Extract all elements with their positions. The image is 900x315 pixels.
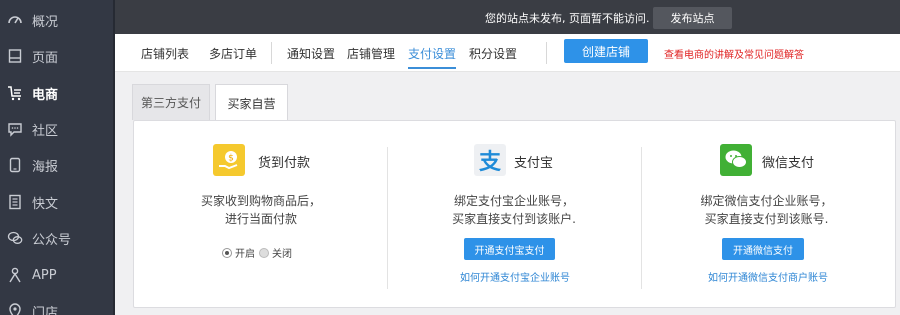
enable-alipay-button[interactable]: 开通支付宝支付 xyxy=(464,238,555,260)
nav-separator xyxy=(271,42,272,64)
sidebar-item-pages[interactable]: 页面 xyxy=(0,38,115,74)
sidebar-item-label: 页面 xyxy=(32,50,59,66)
sidebar-item-label: 公众号 xyxy=(32,232,72,248)
sidebar-item-stores[interactable]: 门店 xyxy=(0,293,115,315)
wechat-pay-help-link[interactable]: 如何开通微信支付商户账号 xyxy=(708,269,828,284)
cod-off-label: 关闭 xyxy=(272,249,292,260)
page-icon xyxy=(7,48,23,64)
alipay-help-link[interactable]: 如何开通支付宝企业账号 xyxy=(460,269,570,284)
cash-on-delivery-icon: $ xyxy=(213,144,245,176)
location-icon xyxy=(7,303,23,315)
sidebar-item-ecommerce[interactable]: 电商 xyxy=(0,75,115,111)
nav-separator xyxy=(546,42,547,64)
nav-store-list[interactable]: 店铺列表 xyxy=(141,45,189,62)
unpublished-notice: 您的站点未发布, 页面暂不能访问. xyxy=(485,12,650,25)
create-store-button[interactable]: 创建店铺 xyxy=(564,39,648,63)
nav-points-settings[interactable]: 积分设置 xyxy=(469,45,517,62)
wechat-pay-icon xyxy=(720,144,752,176)
sub-navigation: 店铺列表 多店订单 通知设置 店铺管理 支付设置 积分设置 创建店铺 查看电商的… xyxy=(115,34,900,72)
sidebar-item-label: 概况 xyxy=(32,14,59,30)
cod-toggle-group: 开启 关闭 xyxy=(222,245,296,260)
enable-wechat-pay-button[interactable]: 开通微信支付 xyxy=(722,238,804,260)
chat-icon xyxy=(7,121,23,137)
person-icon xyxy=(7,267,23,283)
sidebar: 概况 页面 电商 社区 海报 快文 公众号 APP 门店 xyxy=(0,0,115,315)
cod-description: 买家收到购物商品后， 进行当面付款 xyxy=(201,192,321,228)
sidebar-item-label: 社区 xyxy=(32,123,59,139)
tab-merchant-self-operated[interactable]: 买家自营 xyxy=(215,84,288,121)
cod-on-label: 开启 xyxy=(235,249,255,260)
wechat-pay-title: 微信支付 xyxy=(762,156,815,171)
column-divider xyxy=(387,147,388,289)
nav-store-management[interactable]: 店铺管理 xyxy=(347,45,395,62)
phone-icon xyxy=(7,157,23,173)
wechat-desc-line1: 绑定微信支付企业账号， xyxy=(700,194,833,208)
nav-notification-settings[interactable]: 通知设置 xyxy=(287,45,335,62)
wechat-desc-line2: 买家直接支付到该账号. xyxy=(704,212,829,226)
sidebar-item-community[interactable]: 社区 xyxy=(0,111,115,147)
active-tab-underline xyxy=(408,67,456,69)
svg-text:$: $ xyxy=(228,154,234,164)
sidebar-item-articles[interactable]: 快文 xyxy=(0,184,115,220)
nav-multi-store-orders[interactable]: 多店订单 xyxy=(209,45,257,62)
nav-payment-settings[interactable]: 支付设置 xyxy=(408,45,456,62)
alipay-desc-line1: 绑定支付宝企业账号， xyxy=(453,194,574,208)
sidebar-item-official-account[interactable]: 公众号 xyxy=(0,220,115,256)
tab-third-party-payment[interactable]: 第三方支付 xyxy=(132,84,210,120)
sidebar-item-label: 快文 xyxy=(32,196,59,212)
document-icon xyxy=(7,194,23,210)
gauge-icon xyxy=(7,12,23,28)
alipay-desc-line2: 买家直接支付到该账户. xyxy=(452,212,576,226)
sidebar-item-poster[interactable]: 海报 xyxy=(0,147,115,183)
column-divider xyxy=(641,147,642,289)
alipay-title: 支付宝 xyxy=(514,156,554,171)
alipay-icon: 支 xyxy=(474,144,506,176)
alipay-description: 绑定支付宝企业账号， 买家直接支付到该账户. xyxy=(449,192,579,228)
sidebar-item-label: 门店 xyxy=(32,305,59,315)
sidebar-item-overview[interactable]: 概况 xyxy=(0,2,115,38)
sidebar-item-label: 电商 xyxy=(32,87,59,103)
wechat-icon xyxy=(7,230,23,246)
payment-methods-panel: $ 货到付款 买家收到购物商品后， 进行当面付款 开启 关闭 支 支付宝 绑定支… xyxy=(133,120,896,308)
sidebar-item-label: APP xyxy=(32,267,57,283)
cod-desc-line1: 买家收到购物商品后， xyxy=(201,194,322,208)
sidebar-item-app[interactable]: APP xyxy=(0,257,115,293)
wechat-pay-description: 绑定微信支付企业账号， 买家直接支付到该账号. xyxy=(699,192,834,228)
ecommerce-help-link[interactable]: 查看电商的讲解及常见问题解答 xyxy=(664,46,804,61)
cod-title: 货到付款 xyxy=(258,156,311,171)
cod-off-radio[interactable] xyxy=(259,247,269,258)
publish-site-button[interactable]: 发布站点 xyxy=(653,7,732,29)
cod-desc-line2: 进行当面付款 xyxy=(224,212,297,226)
top-bar: 您的站点未发布, 页面暂不能访问. 发布站点 xyxy=(115,0,900,34)
sidebar-item-label: 海报 xyxy=(32,159,59,175)
cod-on-radio[interactable] xyxy=(222,247,232,258)
shop-list-icon xyxy=(7,85,23,101)
